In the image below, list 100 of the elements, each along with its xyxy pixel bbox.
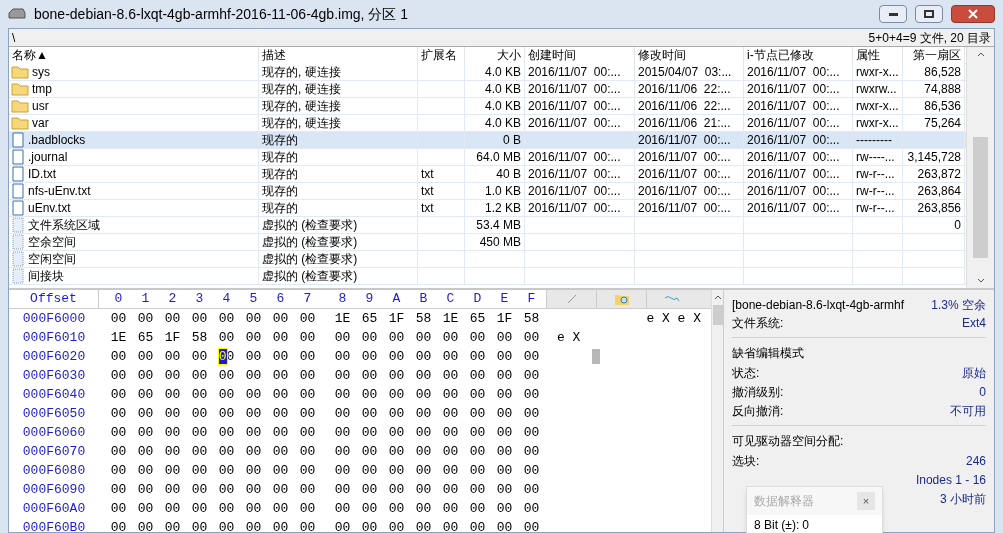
file-row[interactable]: 空余空间 虚拟的 (检查要求) 450 MB — [9, 234, 966, 251]
hex-byte[interactable]: 00 — [410, 498, 437, 519]
hex-byte[interactable]: 00 — [491, 441, 518, 462]
hex-byte[interactable]: 00 — [383, 346, 410, 367]
hex-byte[interactable]: 00 — [105, 346, 132, 367]
column-header[interactable]: 属性 — [853, 47, 903, 64]
hex-byte[interactable]: 00 — [186, 346, 213, 367]
hex-byte[interactable]: 00 — [240, 460, 267, 481]
hex-byte[interactable]: 00 — [159, 517, 186, 532]
hex-byte[interactable]: 00 — [518, 327, 545, 348]
vertical-scrollbar[interactable] — [711, 290, 723, 532]
file-row[interactable]: 间接块 虚拟的 (检查要求) — [9, 268, 966, 285]
hex-byte[interactable]: 00 — [410, 346, 437, 367]
hex-byte[interactable]: 00 — [267, 327, 294, 348]
hex-byte[interactable]: 00 — [159, 384, 186, 405]
hex-byte[interactable]: 1F — [491, 308, 518, 329]
hex-byte[interactable]: 00 — [356, 384, 383, 405]
hex-byte[interactable]: 00 — [356, 479, 383, 500]
hex-byte[interactable]: 00 — [159, 498, 186, 519]
hex-byte[interactable]: 00 — [518, 441, 545, 462]
hex-byte[interactable]: 00 — [294, 479, 321, 500]
hex-byte[interactable]: 00 — [410, 384, 437, 405]
hex-byte[interactable]: 00 — [132, 460, 159, 481]
file-row[interactable]: usr 现存的, 硬连接 4.0 KB 2016/11/07 00:... 2016/11/06 22:... 2016/11/07 00:... rwxr-x... 86,536 — [9, 98, 966, 115]
hex-byte[interactable]: 00 — [329, 498, 356, 519]
hex-byte[interactable]: 00 — [213, 460, 240, 481]
hex-byte[interactable]: 00 — [410, 517, 437, 532]
hex-byte[interactable]: 00 — [329, 460, 356, 481]
hex-byte[interactable]: 00 — [356, 422, 383, 443]
hex-byte[interactable]: 00 — [267, 517, 294, 532]
hex-byte[interactable]: 00 — [159, 441, 186, 462]
hex-byte[interactable]: 00 — [213, 384, 240, 405]
hex-byte[interactable]: 00 — [213, 422, 240, 443]
hex-byte[interactable]: 00 — [356, 517, 383, 532]
hex-byte[interactable]: 00 — [159, 308, 186, 329]
hex-byte[interactable]: 00 — [294, 422, 321, 443]
hex-byte[interactable]: 65 — [132, 327, 159, 348]
hex-byte[interactable]: 00 — [518, 422, 545, 443]
hex-byte[interactable]: 00 — [491, 422, 518, 443]
hex-byte[interactable]: 00 — [329, 384, 356, 405]
hex-byte[interactable]: 00 — [383, 460, 410, 481]
hex-byte[interactable]: 00 — [294, 403, 321, 424]
hex-byte[interactable]: 58 — [518, 308, 545, 329]
hex-byte[interactable]: 00 — [491, 498, 518, 519]
hex-byte[interactable]: 00 — [267, 384, 294, 405]
hex-byte[interactable]: 00 — [240, 384, 267, 405]
hex-byte[interactable]: 00 — [464, 403, 491, 424]
hex-byte[interactable]: 1E — [437, 308, 464, 329]
hex-byte[interactable]: 00 — [267, 403, 294, 424]
hex-byte[interactable]: 00 — [159, 460, 186, 481]
scroll-down-icon[interactable] — [976, 278, 985, 283]
hex-byte[interactable]: 00 — [132, 403, 159, 424]
hex-byte[interactable]: 00 — [437, 384, 464, 405]
column-header[interactable]: 描述 — [259, 47, 418, 64]
hex-byte[interactable]: 00 — [267, 479, 294, 500]
file-row[interactable]: var 现存的, 硬连接 4.0 KB 2016/11/07 00:... 2016/11/06 21:... 2016/11/07 00:... rwxr-x... 75,264 — [9, 115, 966, 132]
hex-byte[interactable]: 00 — [240, 441, 267, 462]
scrollbar-thumb[interactable] — [973, 137, 988, 258]
hex-byte[interactable]: 00 — [240, 308, 267, 329]
hex-byte[interactable]: 00 — [105, 517, 132, 532]
column-header[interactable]: i-节点已修改 — [744, 47, 853, 64]
hex-byte[interactable]: 00 — [186, 403, 213, 424]
hex-byte[interactable]: 00 — [437, 441, 464, 462]
hex-byte[interactable]: 00 — [464, 327, 491, 348]
file-row[interactable]: nfs-uEnv.txt 现存的 txt 1.0 KB 2016/11/07 00:... 2016/11/07 00:... 2016/11/07 00:... rw-r--... 263,864 — [9, 183, 966, 200]
hex-byte[interactable]: 00 — [213, 327, 240, 348]
hex-byte[interactable]: 00 — [329, 517, 356, 532]
hex-byte[interactable]: 00 — [329, 403, 356, 424]
hex-byte[interactable]: 00 — [159, 346, 186, 367]
hex-byte[interactable]: 1F — [159, 327, 186, 348]
minimize-button[interactable] — [879, 5, 907, 23]
hex-byte[interactable]: 00 — [464, 498, 491, 519]
hex-byte[interactable]: 00 — [356, 327, 383, 348]
hex-byte[interactable]: 00 — [294, 441, 321, 462]
hex-byte[interactable]: 00 — [464, 441, 491, 462]
hex-byte[interactable]: 00 — [132, 346, 159, 367]
hex-byte[interactable]: 00 — [410, 460, 437, 481]
hex-byte[interactable]: 00 — [105, 403, 132, 424]
hex-byte[interactable]: 00 — [329, 422, 356, 443]
hex-byte[interactable]: 00 — [240, 498, 267, 519]
hex-byte[interactable]: 00 — [437, 403, 464, 424]
hex-byte[interactable]: 00 — [491, 517, 518, 532]
hex-byte[interactable]: 00 — [491, 479, 518, 500]
scrollbar-thumb[interactable] — [712, 305, 723, 325]
hex-byte[interactable]: 00 — [491, 365, 518, 386]
hex-byte[interactable]: 00 — [240, 479, 267, 500]
hex-byte[interactable]: 00 — [105, 365, 132, 386]
hex-byte[interactable]: 00 — [294, 346, 321, 367]
hex-byte[interactable]: 00 — [383, 479, 410, 500]
hex-byte[interactable]: 00 — [213, 403, 240, 424]
hex-byte[interactable]: 00 — [383, 403, 410, 424]
hex-byte[interactable]: 1F — [383, 308, 410, 329]
hex-byte[interactable]: 00 — [294, 517, 321, 532]
hex-byte[interactable]: 00 — [240, 346, 267, 367]
hex-byte[interactable]: 00 — [294, 460, 321, 481]
hex-byte[interactable]: 00 — [132, 308, 159, 329]
hex-byte[interactable]: 00 — [267, 365, 294, 386]
hex-byte[interactable]: 00 — [240, 327, 267, 348]
hex-byte[interactable]: 00 — [518, 384, 545, 405]
hex-byte[interactable]: 00 — [437, 327, 464, 348]
